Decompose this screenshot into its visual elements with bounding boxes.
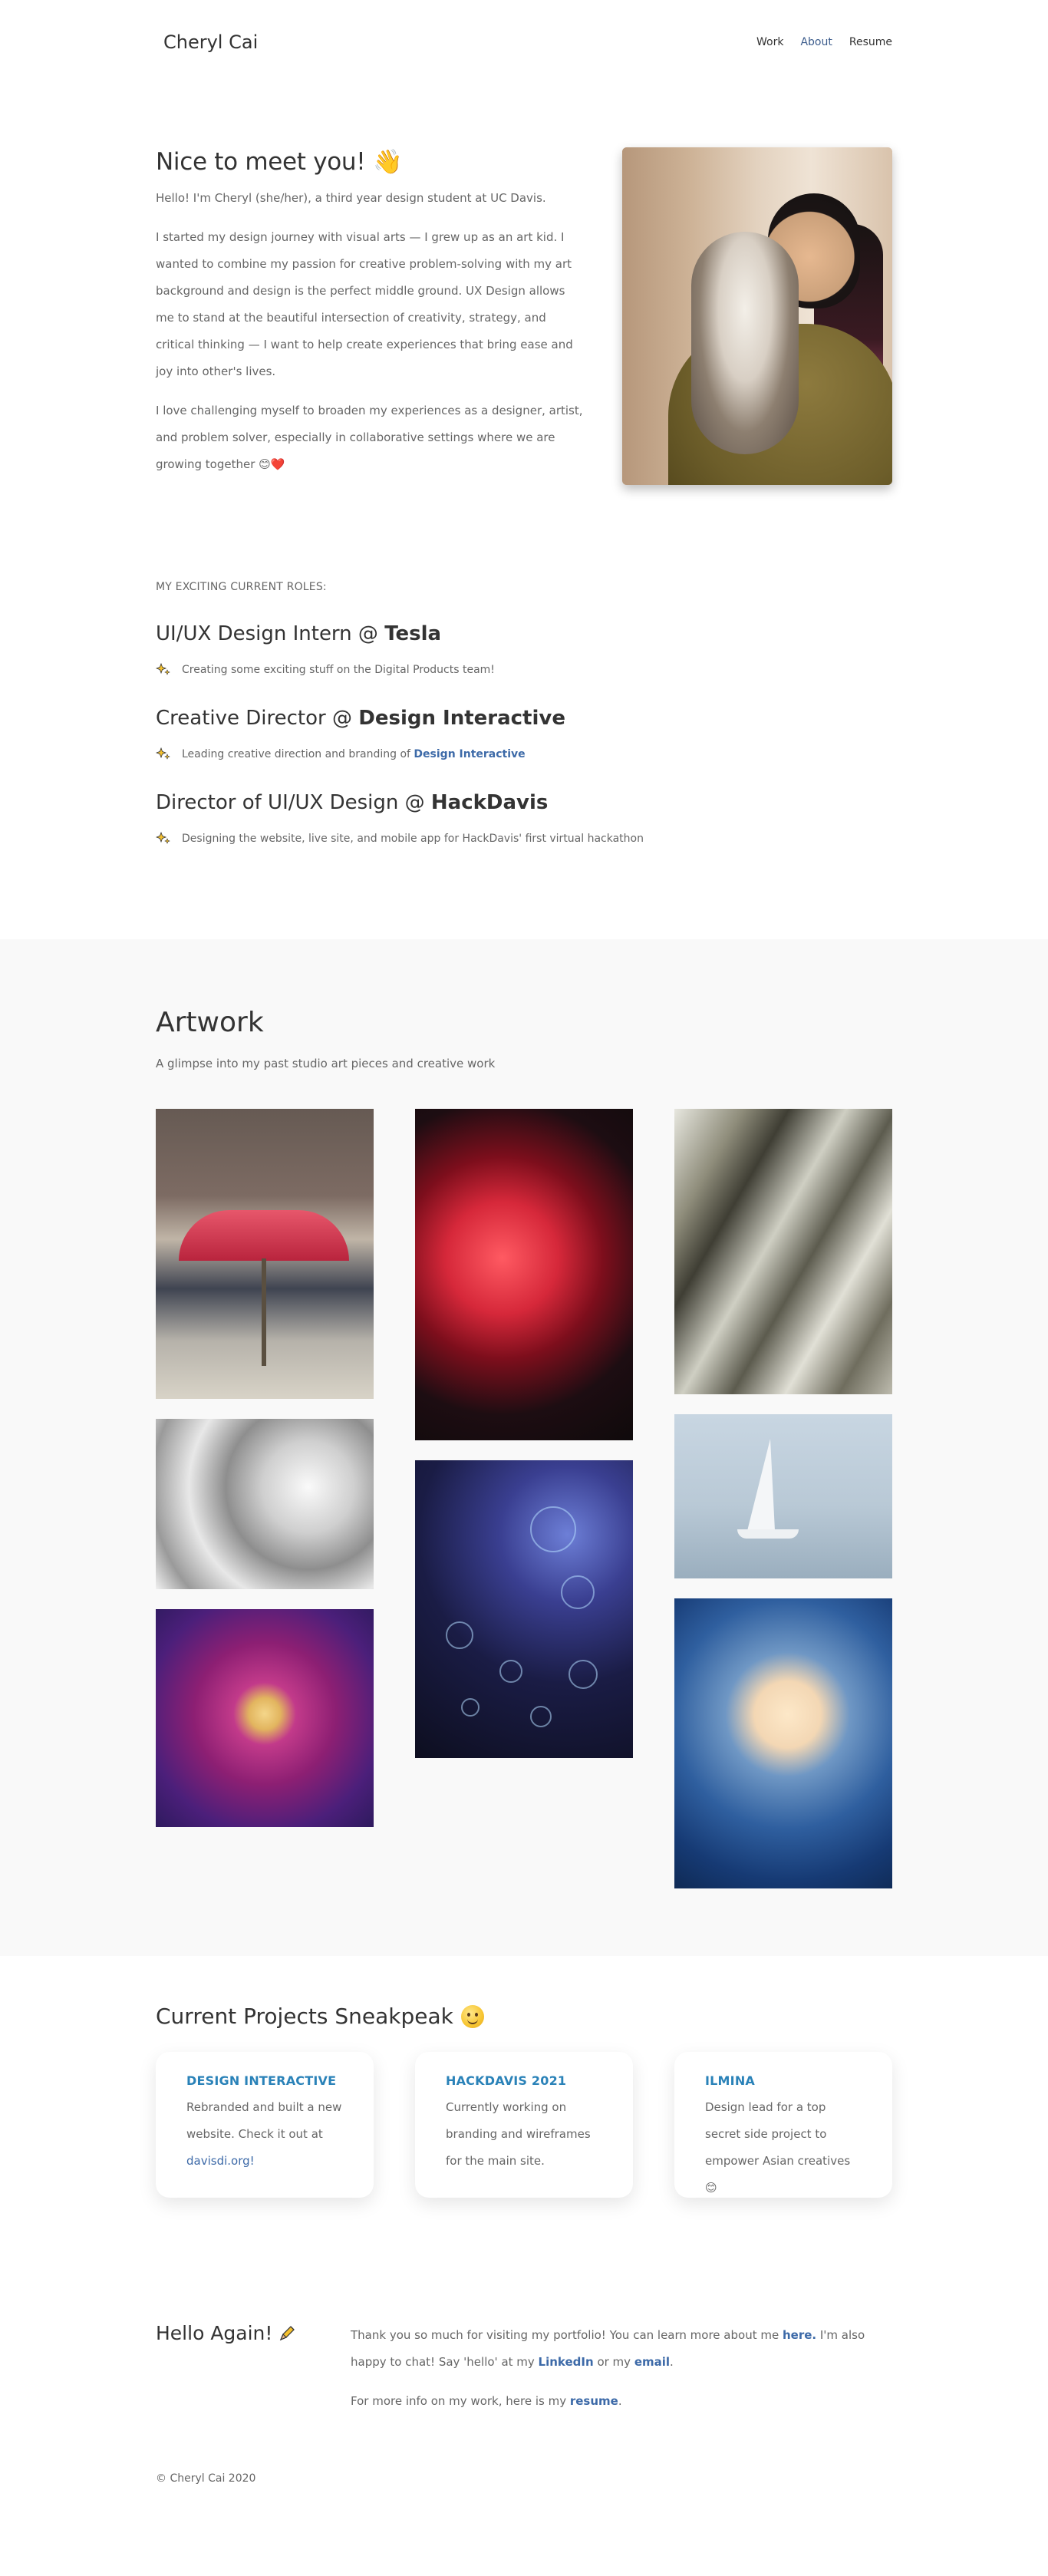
profile-photo <box>622 147 892 485</box>
artwork-fish-swirl[interactable] <box>674 1598 892 1888</box>
project-card-text: Rebranded and built a new website. Check… <box>186 2100 342 2168</box>
project-card[interactable]: ILMINA Design lead for a top secret side… <box>674 2052 892 2198</box>
intro-text: Nice to meet you! 👋 Hello! I'm Cheryl (s… <box>156 147 585 485</box>
role-item: Director of UI/UX Design @ HackDavis Des… <box>156 791 892 846</box>
intro-paragraph-2: I started my design journey with visual … <box>156 230 573 378</box>
site-brand[interactable]: Cheryl Cai <box>156 31 258 53</box>
sparkle-icon <box>156 662 170 675</box>
artwork-section: Artwork A glimpse into my past studio ar… <box>0 939 1048 1956</box>
intro-heading: Nice to meet you! 👋 <box>156 148 403 176</box>
role-item: Creative Director @ Design Interactive L… <box>156 707 892 762</box>
intro-paragraph-3: I love challenging myself to broaden my … <box>156 404 583 471</box>
roles-section: MY EXCITING CURRENT ROLES: UI/UX Design … <box>156 581 892 846</box>
role-title: Director of UI/UX Design @ HackDavis <box>156 791 549 814</box>
project-card[interactable]: DESIGN INTERACTIVE Rebranded and built a… <box>156 2052 374 2198</box>
role-description: Leading creative direction and branding … <box>156 747 892 762</box>
artwork-gallery <box>156 1109 892 1888</box>
hello-section: Hello Again! Thank you so much for visit… <box>156 2261 892 2415</box>
artwork-cafe-street[interactable] <box>156 1109 374 1399</box>
project-card[interactable]: HACKDAVIS 2021 Currently working on bran… <box>415 2052 633 2198</box>
hello-title: Hello Again! <box>156 2322 351 2415</box>
project-card-title: DESIGN INTERACTIVE <box>186 2073 337 2088</box>
artwork-title: Artwork <box>156 1007 264 1038</box>
email-link[interactable]: email <box>634 2355 670 2369</box>
footer-copyright: © Cheryl Cai 2020 <box>156 2472 256 2485</box>
role-title: Creative Director @ Design Interactive <box>156 707 565 730</box>
artwork-sailboat[interactable] <box>674 1414 892 1578</box>
about-link[interactable]: here. <box>783 2328 816 2342</box>
artwork-pencil-skull[interactable] <box>156 1419 374 1589</box>
resume-link[interactable]: resume <box>570 2394 618 2408</box>
hello-text: Thank you so much for visiting my portfo… <box>351 2322 892 2415</box>
projects-title: Current Projects Sneakpeak <box>156 2004 892 2029</box>
artwork-jellyfish[interactable] <box>415 1460 633 1758</box>
project-card-title: ILMINA <box>705 2073 755 2088</box>
nav-about[interactable]: About <box>800 36 832 48</box>
gallery-column <box>156 1109 374 1888</box>
site-header: Cheryl Cai Work About Resume <box>156 0 892 84</box>
intro-section: Nice to meet you! 👋 Hello! I'm Cheryl (s… <box>156 147 892 485</box>
role-title: UI/UX Design Intern @ Tesla <box>156 622 442 645</box>
artwork-red-flowers[interactable] <box>415 1109 633 1440</box>
project-cards: DESIGN INTERACTIVE Rebranded and built a… <box>156 2052 892 2198</box>
pencil-icon <box>280 2326 295 2341</box>
linkedin-link[interactable]: LinkedIn <box>539 2355 594 2369</box>
hello-paragraph-2: For more info on my work, here is my res… <box>351 2394 622 2408</box>
project-card-text: Currently working on branding and wirefr… <box>446 2100 591 2168</box>
gallery-column <box>415 1109 633 1888</box>
intro-paragraph-1: Hello! I'm Cheryl (she/her), a third yea… <box>156 191 546 205</box>
roles-label: MY EXCITING CURRENT ROLES: <box>156 581 327 593</box>
davisdi-link[interactable]: davisdi.org! <box>186 2154 255 2168</box>
design-interactive-link[interactable]: Design Interactive <box>414 748 525 760</box>
top-nav: Work About Resume <box>756 36 892 48</box>
projects-section: Current Projects Sneakpeak DESIGN INTERA… <box>156 1956 892 2261</box>
project-card-title: HACKDAVIS 2021 <box>446 2073 567 2088</box>
smile-icon <box>460 2004 484 2028</box>
artwork-subtitle: A glimpse into my past studio art pieces… <box>156 1057 496 1070</box>
artwork-purple-flower[interactable] <box>156 1609 374 1827</box>
role-item: UI/UX Design Intern @ Tesla Creating som… <box>156 622 892 678</box>
sparkle-icon <box>156 831 170 844</box>
hello-paragraph-1: Thank you so much for visiting my portfo… <box>351 2328 865 2369</box>
sparkle-icon <box>156 747 170 760</box>
role-description: Designing the website, live site, and mo… <box>156 831 892 846</box>
artwork-drapery-charcoal[interactable] <box>674 1109 892 1394</box>
gallery-column <box>674 1109 892 1888</box>
nav-resume[interactable]: Resume <box>849 36 892 48</box>
page: Cheryl Cai Work About Resume Nice to mee… <box>156 0 892 939</box>
project-card-text: Design lead for a top secret side projec… <box>705 2100 851 2195</box>
role-description: Creating some exciting stuff on the Digi… <box>156 662 892 678</box>
nav-work[interactable]: Work <box>756 36 783 48</box>
